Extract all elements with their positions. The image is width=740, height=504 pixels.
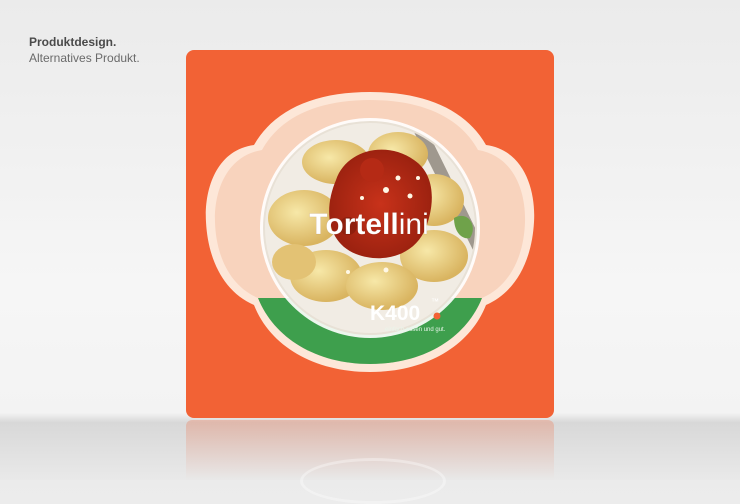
brand-dot xyxy=(433,312,441,320)
reflection-outline xyxy=(300,458,446,504)
package-artwork: Tortellini K400 ™ einfach essen und gut. xyxy=(205,92,535,372)
caption-title: Produktdesign. xyxy=(29,35,117,49)
product-package: Tortellini K400 ™ einfach essen und gut. xyxy=(186,50,554,418)
caption-subtitle: Alternatives Produkt. xyxy=(29,51,140,65)
product-name-part1: Tortell xyxy=(309,208,398,241)
brand-trademark: ™ xyxy=(431,297,439,306)
caption: Produktdesign. Alternatives Produkt. xyxy=(29,34,140,66)
product-name-part2: ini xyxy=(399,208,429,241)
brand-tagline: einfach essen und gut. xyxy=(385,327,446,333)
product-name: Tortellini xyxy=(309,208,428,241)
brand-name: K400 xyxy=(370,302,420,325)
